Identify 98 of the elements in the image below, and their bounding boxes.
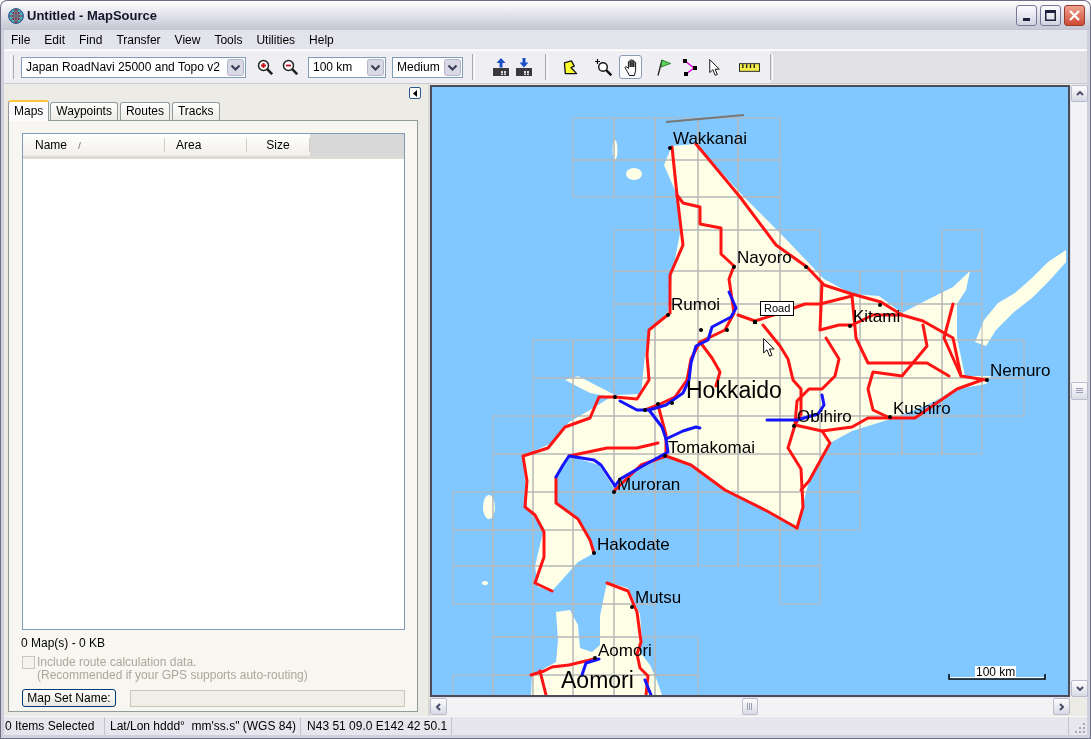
grip-icon <box>1076 388 1083 394</box>
checkbox-label: Include route calculation data. <box>37 656 198 669</box>
chevron-left-icon <box>436 702 441 711</box>
city-label: Muroran <box>617 476 681 493</box>
city-label: Hakodate <box>597 536 670 553</box>
chevron-down-icon <box>1075 686 1084 691</box>
chevron-up-icon <box>1075 91 1084 96</box>
menu-item[interactable]: Tools <box>207 30 250 49</box>
scale-label: 100 km <box>975 666 1017 678</box>
region-label: Aomori <box>561 668 634 692</box>
city-dot-icon <box>630 605 634 609</box>
map-tooltip: Road <box>760 301 795 316</box>
grip-icon <box>747 703 753 710</box>
scroll-down-button[interactable] <box>1071 680 1088 697</box>
city-dot-icon <box>593 656 597 660</box>
detail-dropdown[interactable]: Medium <box>392 56 463 78</box>
city-label: Tomakomai <box>668 439 755 456</box>
town-dot-icon <box>656 402 660 406</box>
column-header[interactable]: Area <box>165 138 247 152</box>
town-dot-icon <box>613 395 617 399</box>
menu-item[interactable]: Find <box>72 30 110 49</box>
tab[interactable]: Routes <box>119 102 170 120</box>
close-button[interactable] <box>1064 5 1085 26</box>
menu-item[interactable]: File <box>4 30 38 49</box>
zoom-out-icon <box>281 59 298 75</box>
triangle-left-icon <box>413 89 417 97</box>
town-dot-icon <box>643 408 647 412</box>
scrollbar-thumb[interactable] <box>1071 382 1088 400</box>
map-summary-text: 0 Map(s) - 0 KB <box>21 637 107 650</box>
city-dot-icon <box>666 313 670 317</box>
mouse-pointer-icon <box>763 338 775 357</box>
island-shape <box>483 495 495 519</box>
scroll-left-button[interactable] <box>430 698 447 715</box>
collapse-panel-button[interactable] <box>409 87 421 99</box>
status-text: Lat/Lon hddd° mm'ss.s" (WGS 84) <box>105 717 302 735</box>
tab[interactable]: Maps <box>8 100 50 121</box>
tab[interactable]: Tracks <box>171 102 220 120</box>
globe-icon <box>8 7 24 24</box>
route-nodes-icon <box>682 58 697 76</box>
menu-item[interactable]: Transfer <box>109 30 168 49</box>
city-dot-icon <box>668 146 672 150</box>
tab[interactable]: Waypoints <box>50 102 118 120</box>
map-list[interactable]: Name Area Size <box>22 133 405 630</box>
scale-dropdown[interactable]: 100 km <box>308 56 386 78</box>
column-header[interactable]: Name <box>23 138 165 152</box>
city-dot-icon <box>592 551 596 555</box>
town-dot-icon <box>699 328 703 332</box>
sort-indicator-icon <box>78 141 81 149</box>
ruler-icon <box>739 62 760 72</box>
point-marker-icon <box>753 320 757 324</box>
region-label: Hokkaido <box>686 378 782 402</box>
island-shape <box>482 581 488 585</box>
device-down-arrow-icon <box>514 58 533 76</box>
status-text: 0 Items Selected <box>4 717 105 735</box>
city-label: Nemuro <box>990 362 1051 379</box>
pointer-icon <box>709 58 720 76</box>
scroll-right-button[interactable] <box>1053 698 1070 715</box>
city-dot-icon <box>888 415 892 419</box>
menu-item[interactable]: Help <box>302 30 341 49</box>
menu-item[interactable]: Edit <box>37 30 73 49</box>
city-label: Rumoi <box>671 296 721 313</box>
pan-tool-button[interactable] <box>619 55 642 79</box>
scrollbar-thumb[interactable] <box>742 698 758 715</box>
polygon-icon <box>563 59 578 75</box>
city-label: Nayoro <box>737 249 792 266</box>
town-dot-icon <box>878 303 882 307</box>
checkbox-note: (Recommended if your GPS supports auto-routing) <box>37 669 308 682</box>
city-label: Mutsu <box>635 589 682 606</box>
maximize-button[interactable] <box>1040 5 1061 26</box>
device-up-arrow-icon <box>491 58 510 76</box>
menu-item[interactable]: Utilities <box>249 30 303 49</box>
status-text: N43 51 09.0 E142 42 50.1 <box>301 717 453 735</box>
zoom-icon <box>595 58 612 76</box>
zoom-in-icon <box>256 59 273 75</box>
scroll-up-button[interactable] <box>1071 85 1088 102</box>
city-dot-icon <box>985 378 989 382</box>
city-label: Wakkanai <box>673 130 747 147</box>
minimize-button[interactable] <box>1016 5 1037 26</box>
hand-icon <box>624 58 637 76</box>
window-title: Untitled - MapSource <box>27 8 158 23</box>
map-product-dropdown[interactable]: Japan RoadNavi 25000 and Topo v2 <box>21 56 246 78</box>
city-dot-icon <box>732 265 736 269</box>
town-dot-icon <box>670 401 674 405</box>
vertical-scrollbar[interactable] <box>1070 85 1087 697</box>
city-dot-icon <box>612 490 616 494</box>
city-dot-icon <box>848 324 852 328</box>
minimize-icon <box>1023 18 1030 21</box>
maximize-icon <box>1045 10 1056 21</box>
menu-item[interactable]: View <box>167 30 208 49</box>
town-dot-icon <box>804 265 808 269</box>
city-dot-icon <box>792 424 796 428</box>
town-dot-icon <box>725 328 729 332</box>
close-icon <box>1069 10 1080 21</box>
flag-icon <box>656 58 671 76</box>
horizontal-scrollbar[interactable] <box>430 697 1070 715</box>
city-dot-icon <box>663 454 667 458</box>
resize-grip-icon <box>1074 722 1085 733</box>
chevron-right-icon <box>1059 702 1064 711</box>
